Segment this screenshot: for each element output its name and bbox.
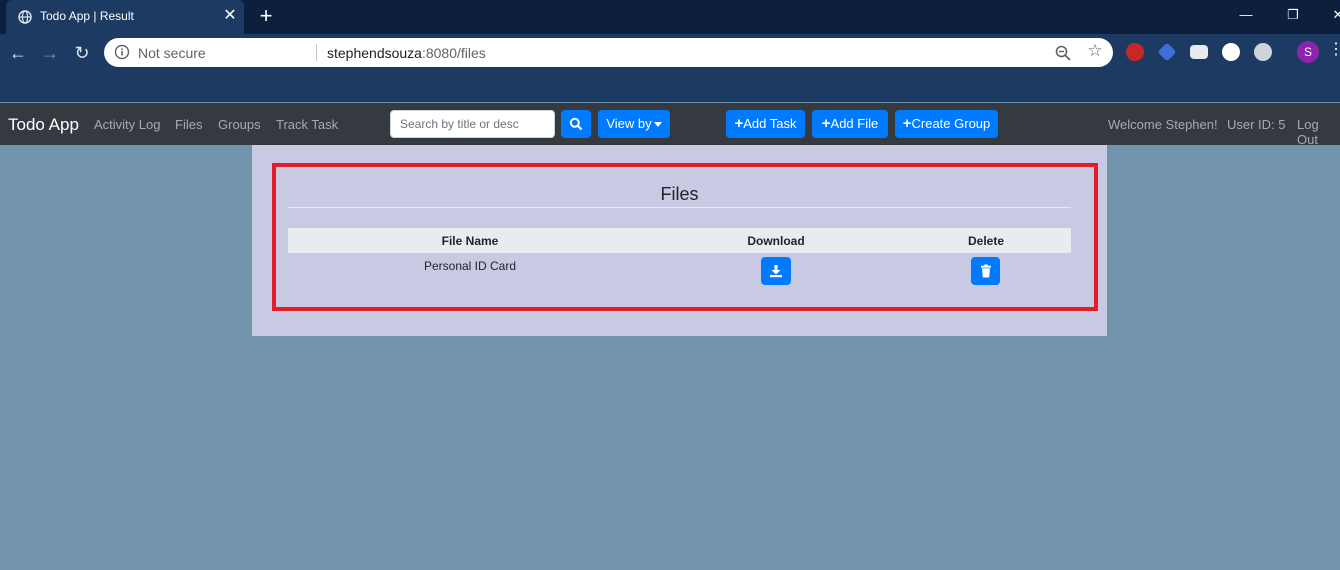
extension-shield-icon[interactable] [1157,42,1177,62]
view-by-dropdown[interactable]: View by [598,110,670,138]
close-tab-icon[interactable]: ✕ [221,7,239,25]
plus-icon: + [734,115,744,132]
add-file-button[interactable]: +Add File [812,110,888,138]
brand[interactable]: Todo App [8,115,79,135]
close-window-icon[interactable]: ✕ [1326,6,1340,24]
browser-tabstrip: Todo App | Result ✕ + — ❐ ✕ [0,0,1340,34]
nav-activity-log[interactable]: Activity Log [94,117,160,132]
create-group-label: Create Group [911,116,991,131]
restore-icon[interactable]: ❐ [1281,6,1305,24]
search-input[interactable] [390,110,555,138]
extension-stop-icon[interactable] [1126,43,1144,61]
new-tab-button[interactable]: + [255,4,277,28]
title-divider [288,207,1071,208]
trash-icon [981,264,991,278]
back-arrow-icon[interactable]: ← [6,42,30,66]
browser-toolbar: ← → ↻ Not secure stephendsouza:8080/file… [0,34,1340,102]
download-button[interactable] [761,257,791,285]
download-icon [770,265,782,278]
minimize-icon[interactable]: — [1234,6,1258,24]
url-path: :8080/files [421,45,486,61]
delete-button[interactable] [971,257,1000,285]
security-label: Not secure [138,45,206,61]
view-by-label: View by [606,116,652,131]
profile-avatar[interactable]: S [1297,41,1319,63]
column-header-delete: Delete [967,234,1005,248]
forward-arrow-icon[interactable]: → [38,42,62,66]
extension-code-icon[interactable] [1222,43,1240,61]
user-id-text: User ID: 5 [1227,117,1286,132]
nav-files[interactable]: Files [175,117,202,132]
plus-icon: + [902,115,912,132]
plus-icon: + [821,115,831,132]
browser-menu-icon[interactable]: ⋮ [1328,41,1340,59]
welcome-text: Welcome Stephen! [1108,117,1218,132]
url-text: stephendsouza:8080/files [327,45,486,61]
nav-track-task[interactable]: Track Task [276,117,338,132]
browser-tab[interactable]: Todo App | Result ✕ [6,0,244,34]
add-task-label: Add Task [743,116,797,131]
add-task-button[interactable]: +Add Task [726,110,805,138]
globe-icon [18,10,32,24]
reload-icon[interactable]: ↻ [70,42,94,66]
url-host: stephendsouza [327,45,422,61]
chevron-down-icon [653,122,662,128]
column-header-download: Download [747,234,805,248]
file-name-cell: Personal ID Card [423,259,517,273]
app-navbar: Todo App Activity Log Files Groups Track… [0,103,1340,147]
search-icon [569,117,583,131]
address-bar[interactable]: Not secure stephendsouza:8080/files ☆ [104,38,1113,67]
zoom-icon[interactable] [1054,44,1072,62]
tab-title: Todo App | Result [40,9,134,23]
info-icon [114,44,130,60]
logout-link[interactable]: Log Out [1297,117,1340,147]
search-button[interactable] [561,110,591,138]
page-title: Files [660,184,699,204]
omnibox-separator [316,44,317,61]
nav-groups[interactable]: Groups [218,117,261,132]
create-group-button[interactable]: +Create Group [895,110,998,138]
extension-window-icon[interactable] [1190,45,1208,59]
extension-block-icon[interactable] [1254,43,1272,61]
column-header-file-name: File Name [441,234,499,248]
star-icon[interactable]: ☆ [1085,41,1105,61]
add-file-label: Add File [830,116,879,131]
